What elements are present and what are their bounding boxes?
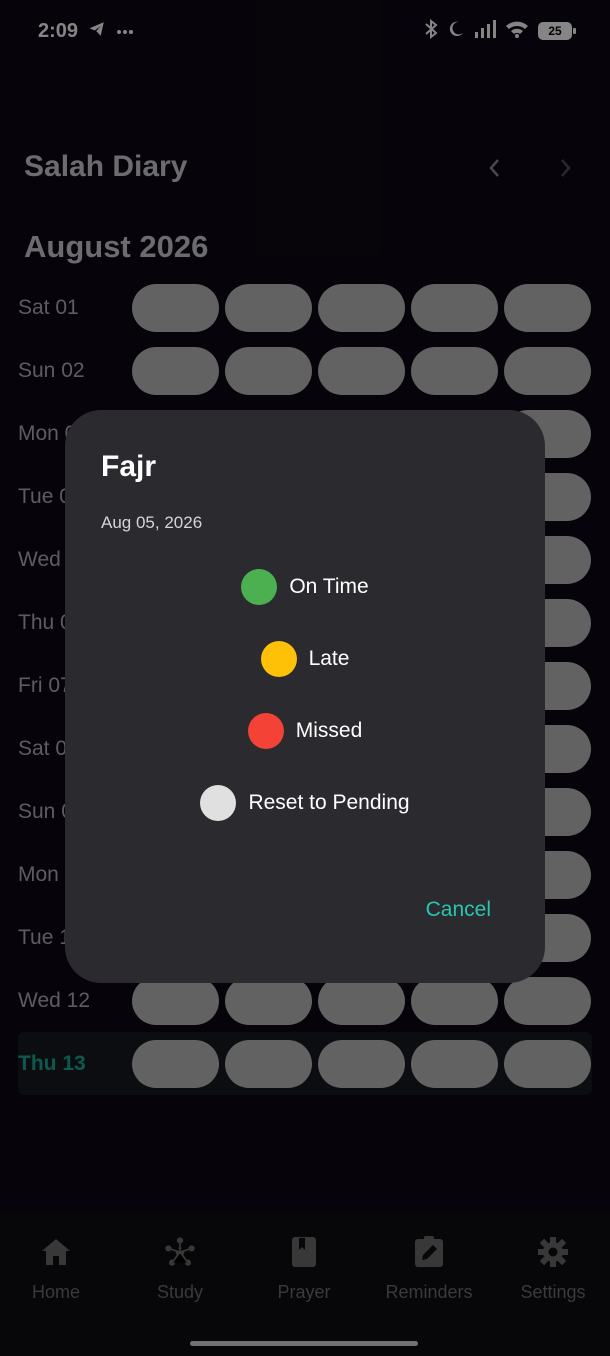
dialog-date: Aug 05, 2026: [101, 513, 203, 532]
option-missed[interactable]: Missed: [65, 707, 545, 755]
option-label: Missed: [295, 719, 363, 742]
dialog-title: Fajr: [101, 450, 157, 483]
option-on-time[interactable]: On Time: [65, 563, 545, 611]
status-dot-yellow: [260, 641, 297, 677]
cancel-button[interactable]: Cancel: [426, 898, 491, 922]
option-reset-to-pending[interactable]: Reset to Pending: [65, 779, 545, 827]
status-dot-green: [241, 569, 278, 605]
prayer-status-dialog: Fajr Aug 05, 2026 On Time Late Missed Re…: [65, 410, 545, 983]
status-dot-red: [247, 713, 284, 749]
option-label: Late: [308, 647, 350, 670]
option-late[interactable]: Late: [65, 635, 545, 683]
option-label: Reset to Pending: [248, 791, 410, 814]
status-dot-grey: [200, 785, 237, 821]
option-label: On Time: [289, 575, 369, 598]
